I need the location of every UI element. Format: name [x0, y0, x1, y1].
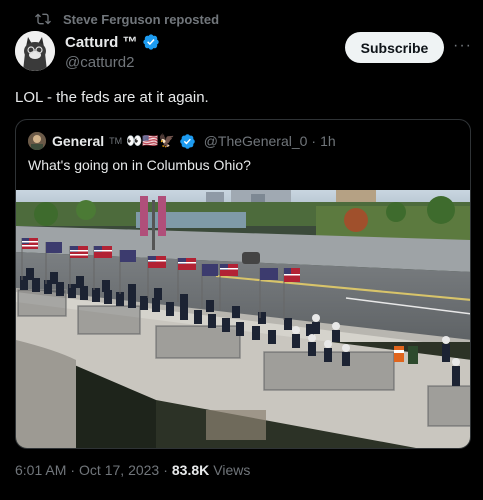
quoted-separator-dot: · — [311, 133, 317, 149]
bridge-march-photo — [16, 190, 470, 448]
quoted-avatar-image — [28, 132, 46, 150]
quoted-tweet[interactable]: General TM 👀🇺🇸🦅 @TheGeneral_0 · 1h What'… — [15, 119, 471, 449]
more-options-icon[interactable]: ··· — [453, 37, 471, 55]
quoted-timestamp[interactable]: 1h — [320, 133, 336, 149]
post-date[interactable]: Oct 17, 2023 — [79, 462, 159, 478]
repost-icon — [35, 13, 51, 25]
tweet-text: LOL - the feds are at it again. — [15, 89, 209, 106]
post-time[interactable]: 6:01 AM — [15, 462, 66, 478]
quoted-author-handle[interactable]: @TheGeneral_0 — [204, 133, 308, 149]
footer-separator-dot: · — [70, 462, 76, 478]
quoted-verified-badge-icon — [179, 133, 195, 149]
verified-badge-icon — [142, 34, 159, 50]
author-avatar[interactable] — [15, 31, 55, 71]
subscribe-button[interactable]: Subscribe — [345, 32, 444, 63]
footer-separator-dot: · — [163, 462, 168, 478]
quoted-author-emoji: 👀🇺🇸🦅 — [126, 133, 175, 148]
quoted-media-image[interactable] — [16, 190, 470, 448]
author-handle[interactable]: @catturd2 — [65, 54, 160, 71]
quoted-author-name[interactable]: General — [52, 133, 104, 149]
views-label: Views — [213, 462, 251, 478]
quoted-author-tm: TM — [109, 136, 123, 146]
quoted-tweet-header: General TM 👀🇺🇸🦅 @TheGeneral_0 · 1h — [28, 132, 336, 150]
cat-avatar-image — [15, 31, 55, 71]
quoted-author-avatar[interactable] — [28, 132, 46, 150]
repost-label: Steve Ferguson reposted — [63, 11, 220, 27]
views-count: 83.8K — [171, 462, 210, 478]
quoted-tweet-text: What's going on in Columbus Ohio? — [28, 157, 251, 173]
author-block[interactable]: Catturd ™ @catturd2 — [65, 33, 160, 71]
tweet-footer: 6:01 AM · Oct 17, 2023 · 83.8K Views — [15, 462, 250, 478]
repost-indicator[interactable]: Steve Ferguson reposted — [35, 11, 219, 27]
author-name[interactable]: Catturd ™ — [65, 34, 138, 51]
